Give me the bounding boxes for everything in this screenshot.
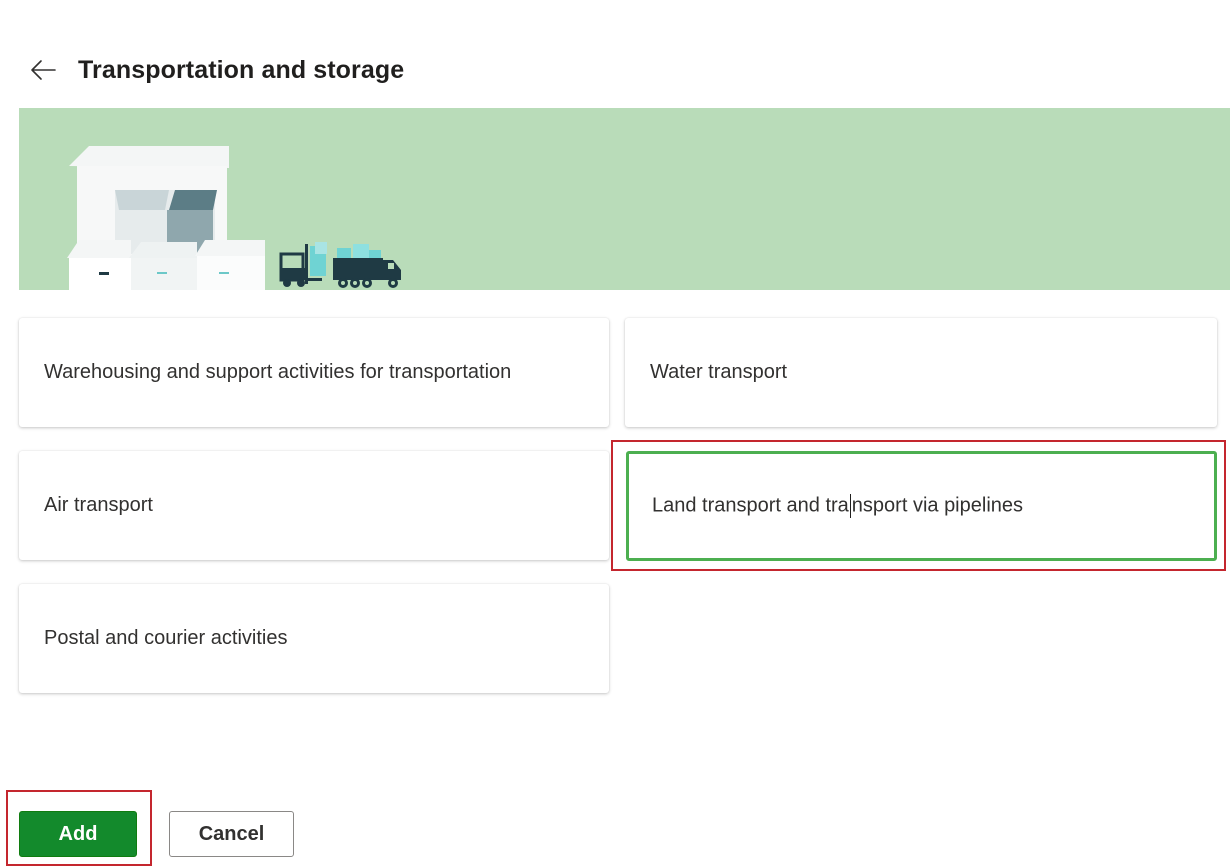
option-card-air-transport[interactable]: Air transport [19,451,609,560]
option-card-label: Air transport [44,494,153,516]
arrow-left-icon [31,60,56,80]
category-banner [19,108,1230,290]
option-card-label: Postal and courier activities [44,627,288,649]
option-card-label: Water transport [650,361,788,383]
option-card-label: Warehousing and support activities for t… [44,361,512,383]
option-card-land-transport[interactable]: Land transport and tra nsport via pipelin… [626,451,1217,561]
option-card-water-transport[interactable]: Water transport [625,318,1217,427]
option-card-postal-courier[interactable]: Postal and courier activities [19,584,609,693]
back-button[interactable] [28,55,58,85]
text-caret [849,494,851,518]
header: Transportation and storage [28,52,404,88]
add-button[interactable]: Add [19,811,137,857]
page-title: Transportation and storage [78,55,405,84]
cancel-button[interactable]: Cancel [169,811,294,857]
option-card-label: Land transport and tra nsport via pipelin… [652,494,1024,518]
option-card-warehousing[interactable]: Warehousing and support activities for t… [19,318,609,427]
page: Transportation and storage Warehousing a… [0,0,1230,868]
warehouse-illustration [67,146,401,290]
